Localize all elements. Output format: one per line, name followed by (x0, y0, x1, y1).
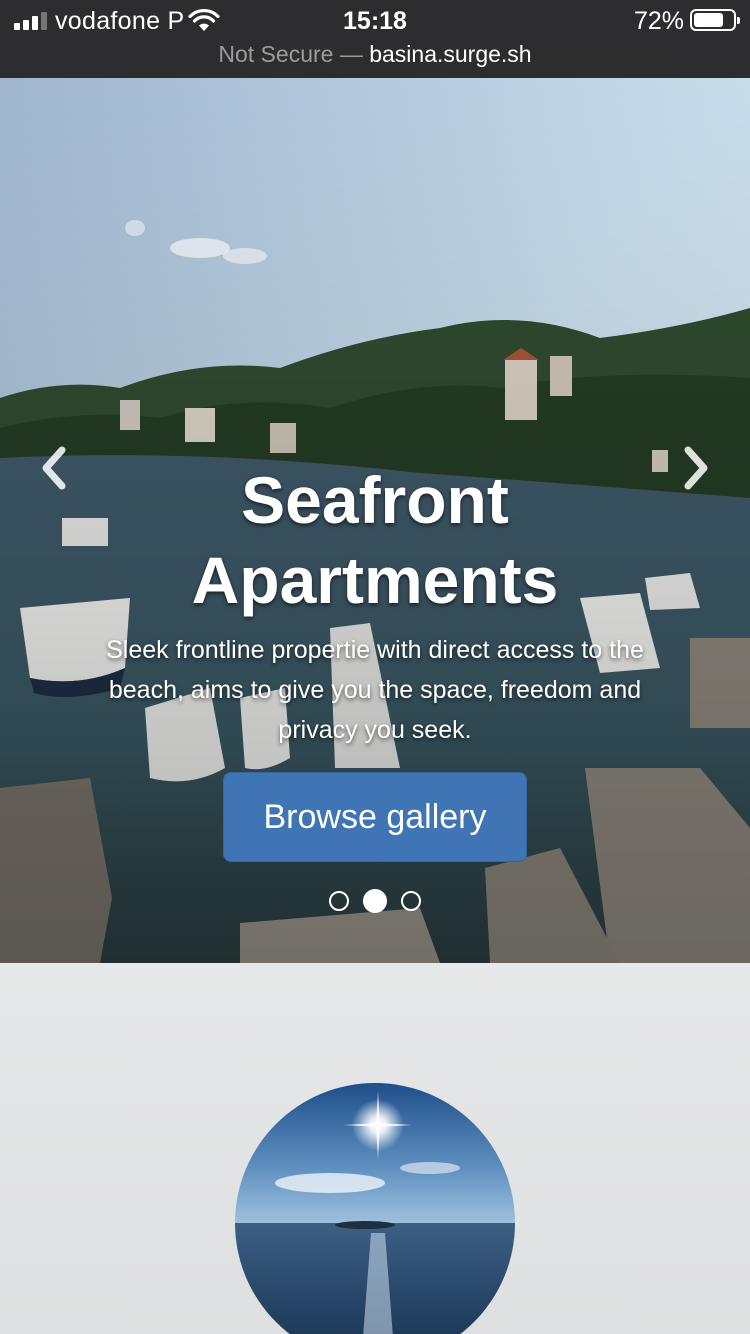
hero-caption: Seafront Apartments Sleek frontline prop… (60, 460, 690, 750)
address-bar[interactable]: Not Secure — basina.surge.sh (0, 40, 750, 78)
hero-carousel: Seafront Apartments Sleek frontline prop… (0, 78, 750, 963)
carrier-name: vodafone P (55, 7, 185, 35)
carousel-indicator-2[interactable] (363, 889, 387, 913)
hero-title-line-1: Seafront (241, 463, 509, 537)
carousel-indicator-3[interactable] (401, 891, 422, 911)
battery-percentage: 72% (633, 7, 684, 35)
carousel-indicators (0, 889, 750, 913)
wifi-icon (188, 9, 220, 31)
intro-section (0, 963, 750, 1334)
cellular-signal-icon (14, 12, 48, 30)
url-separator: — (339, 41, 363, 67)
carousel-indicator-1[interactable] (328, 891, 349, 911)
security-label: Not Secure (218, 41, 334, 67)
battery-level-fill (694, 13, 723, 27)
page: vodafone P 15:18 72% Not Secure — basina… (0, 0, 750, 1334)
browse-gallery-button[interactable]: Browse gallery (223, 772, 527, 862)
hero-title: Seafront Apartments (60, 460, 690, 620)
battery-icon (690, 9, 740, 31)
url-host: basina.surge.sh (369, 41, 532, 67)
sea-sunburst-photo (235, 1083, 515, 1334)
status-bar: vodafone P 15:18 72% (0, 0, 750, 40)
hero-title-line-2: Apartments (191, 543, 559, 617)
hero-description: Sleek frontline propertie with direct ac… (106, 636, 644, 744)
